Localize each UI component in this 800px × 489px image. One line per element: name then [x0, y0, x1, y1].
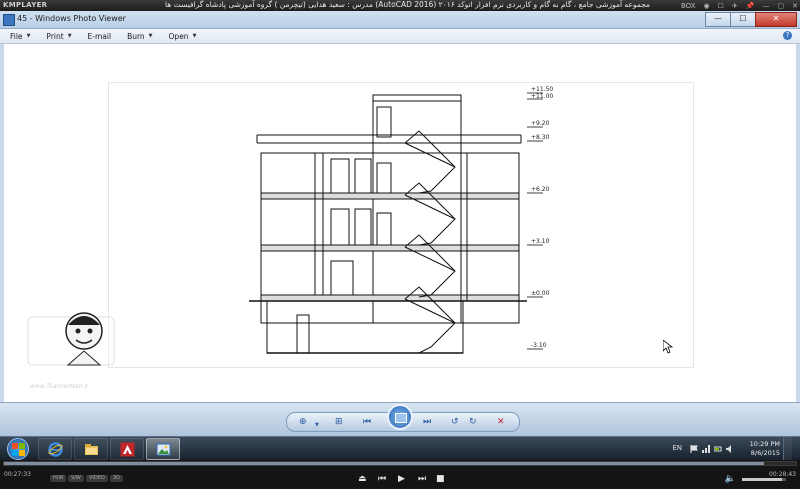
slideshow-button[interactable] [387, 404, 413, 430]
mouse-cursor-icon [663, 340, 673, 354]
stop-icon[interactable]: ■ [436, 474, 445, 484]
taskbar-clock[interactable]: 10:29 PM 8/6/2015 [750, 440, 780, 458]
minimize-button[interactable]: — [705, 12, 731, 27]
slideshow-icon [395, 413, 407, 423]
chevron-down-icon[interactable]: ▼ [315, 420, 319, 430]
clock-date: 8/6/2015 [750, 449, 780, 457]
transfer-icon[interactable]: ✈ [732, 2, 738, 10]
help-icon[interactable]: ? [783, 31, 792, 40]
menu-print[interactable]: Print ▼ [46, 32, 71, 41]
photo-viewer-titlebar: 45 - Windows Photo Viewer — ☐ ✕ [0, 11, 800, 29]
taskbar-autocad[interactable] [110, 438, 144, 460]
level-label: +11.50 [531, 86, 553, 93]
network-icon[interactable] [702, 445, 710, 453]
photo-viewer-title: 45 - Windows Photo Viewer [17, 14, 126, 23]
capture-icon[interactable]: ◉ [704, 2, 710, 10]
start-button[interactable] [7, 438, 29, 460]
chevron-down-icon: ▼ [67, 33, 72, 39]
maximize-button[interactable]: ☐ [730, 12, 756, 27]
seek-bar[interactable] [3, 461, 797, 466]
chevron-down-icon: ▼ [192, 33, 197, 39]
taskbar-internet-explorer[interactable] [38, 438, 72, 460]
photo-viewer-icon [156, 443, 171, 456]
level-label: -3.10 [531, 342, 547, 349]
level-label: +6.20 [531, 186, 550, 193]
play-icon[interactable]: ▶ [398, 474, 405, 484]
delete-icon[interactable]: ✕ [497, 417, 505, 427]
video-chip[interactable]: VIDEO [86, 475, 108, 482]
photo-viewer-app-icon [3, 14, 15, 26]
time-total: 00:28:43 [769, 471, 796, 478]
level-label: +9.20 [531, 120, 550, 127]
next-button[interactable]: ⏭ [423, 417, 431, 427]
actual-size-icon[interactable]: ⊞ [335, 417, 343, 427]
3d-chip[interactable]: 3D [110, 475, 124, 482]
language-indicator[interactable]: EN [672, 444, 682, 452]
previous-button[interactable]: ⏮ [363, 417, 371, 427]
teacherman-logo [24, 297, 116, 389]
kmplayer-window-caption: مجموعه آموزشی جامع ، گام به گام و کاربرد… [165, 0, 650, 9]
eject-icon[interactable]: ⏏ [358, 474, 367, 484]
level-label: ±0.00 [531, 290, 550, 297]
volume-fill [742, 478, 782, 481]
next-icon[interactable]: ⏭ [418, 474, 426, 484]
building-section-svg: +11.50 +11.00 +9.20 +8.30 +6.20 +3.10 ±0… [249, 86, 553, 354]
autocad-section-drawing: +11.50 +11.00 +9.20 +8.30 +6.20 +3.10 ±0… [108, 82, 694, 368]
photo-viewer-window-buttons: — ☐ ✕ [705, 12, 797, 27]
sw-chip[interactable]: S/W [68, 475, 84, 482]
previous-icon[interactable]: ⏮ [378, 474, 386, 484]
level-label: +3.10 [531, 238, 550, 245]
menu-open[interactable]: Open ▼ [169, 32, 197, 41]
menu-file[interactable]: File ▼ [10, 32, 30, 41]
internet-explorer-icon [48, 442, 63, 457]
folder-icon [85, 444, 98, 455]
flag-icon[interactable] [690, 445, 698, 453]
watermark-url: www.TeacherMan.ir [30, 383, 89, 390]
clock-time: 10:29 PM [749, 440, 780, 448]
rotate-counterclockwise-icon[interactable]: ↺ [451, 417, 459, 427]
system-tray: EN 10:29 PM 8/6/2015 [652, 437, 792, 461]
taskbar-file-explorer[interactable] [74, 438, 108, 460]
menu-burn[interactable]: Burn ▼ [127, 32, 152, 41]
windows-taskbar: EN 10:29 PM 8/6/2015 [0, 436, 800, 461]
level-label: +8.30 [531, 134, 550, 141]
menu-email[interactable]: E-mail [88, 32, 112, 41]
kmplayer-window-controls: BOX ◉ ☐ ✈ 📌 — ▢ ✕ [681, 0, 798, 11]
volume-icon[interactable] [726, 445, 734, 453]
kmplayer-controls-row: 00:27:33 00:28:43 H/W S/W VIDEO 3D ⏏ ⏮ ▶… [0, 470, 800, 488]
screen-icon[interactable]: ☐ [718, 2, 724, 10]
time-elapsed: 00:27:33 [4, 471, 31, 478]
level-label: +11.00 [531, 93, 553, 100]
photo-viewer-menubar: File ▼ Print ▼ E-mail Burn ▼ Open ▼ ? [0, 29, 800, 44]
kmplayer-logo: KMPLAYER [3, 1, 48, 9]
close-button[interactable]: ✕ [755, 12, 797, 27]
taskbar-photo-viewer[interactable] [146, 438, 180, 460]
maximize-button[interactable]: ▢ [778, 2, 785, 10]
zoom-icon[interactable]: ⊕ [299, 417, 307, 427]
minimize-button[interactable]: — [763, 2, 770, 10]
chevron-down-icon: ▼ [26, 33, 31, 39]
autocad-icon [120, 442, 135, 457]
rotate-clockwise-icon[interactable]: ↻ [469, 417, 477, 427]
battery-icon[interactable] [714, 445, 722, 453]
speaker-icon[interactable]: 🔈 [725, 474, 736, 484]
seek-bar-fill [4, 462, 765, 465]
show-desktop-button[interactable] [783, 437, 792, 461]
chevron-down-icon: ▼ [148, 33, 153, 39]
pin-icon[interactable]: 📌 [746, 2, 755, 10]
hw-chip[interactable]: H/W [50, 475, 67, 482]
close-button[interactable]: ✕ [792, 2, 798, 10]
photo-viewer-stage: +11.50 +11.00 +9.20 +8.30 +6.20 +3.10 ±0… [0, 44, 800, 402]
volume-slider[interactable] [742, 478, 786, 481]
kmplayer-controlbar: 00:27:33 00:28:43 H/W S/W VIDEO 3D ⏏ ⏮ ▶… [0, 460, 800, 489]
box-button[interactable]: BOX [681, 2, 696, 10]
